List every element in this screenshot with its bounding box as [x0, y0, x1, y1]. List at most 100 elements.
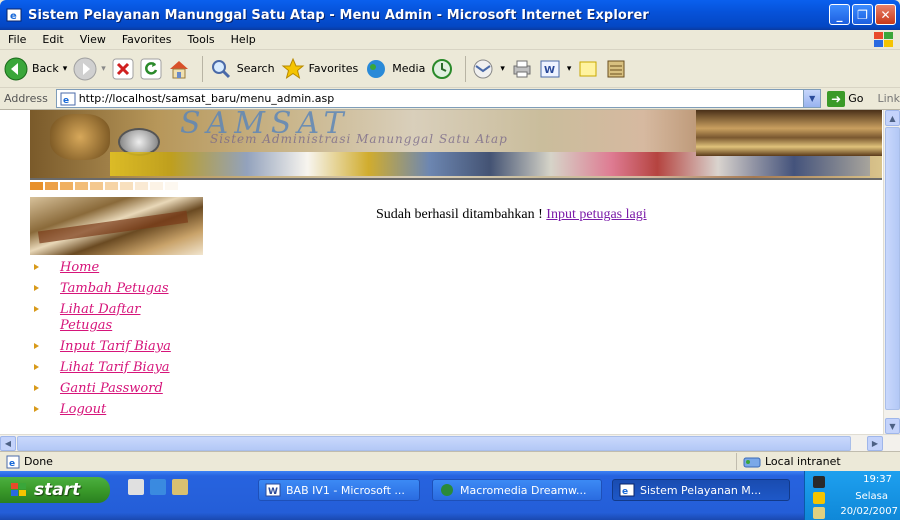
system-tray: 19:37 Selasa 20/02/2007: [804, 471, 900, 520]
go-label: Go: [848, 92, 864, 105]
decorative-tiles: [30, 182, 178, 190]
ie-task-icon: e: [619, 483, 635, 497]
svg-text:W: W: [268, 487, 278, 497]
forward-arrow-icon: [73, 57, 97, 80]
media-label: Media: [392, 62, 426, 75]
taskbar-button-ie[interactable]: e Sistem Pelayanan M...: [612, 479, 790, 501]
menu-tools[interactable]: Tools: [180, 33, 223, 46]
address-dropdown-icon[interactable]: ▼: [803, 90, 821, 107]
nav-item-lihat-daftar-petugas: Lihat Daftar Petugas: [30, 302, 210, 334]
ie-quicklaunch-icon[interactable]: [150, 479, 166, 495]
success-text: Sudah berhasil ditambahkan !: [376, 207, 547, 222]
go-button[interactable]: ➜ Go: [827, 90, 864, 107]
nav-link-input-tarif-biaya[interactable]: Input Tarif Biaya: [60, 339, 210, 355]
desktop-icon[interactable]: [128, 479, 144, 495]
menu-favorites[interactable]: Favorites: [114, 33, 180, 46]
ie-window: e Sistem Pelayanan Manunggal Satu Atap -…: [0, 0, 900, 520]
go-arrow-icon: ➜: [827, 90, 846, 107]
word-dropdown-icon[interactable]: ▾: [567, 64, 572, 74]
refresh-icon[interactable]: [140, 58, 162, 80]
page-icon: e: [60, 92, 76, 106]
back-label: Back: [32, 62, 59, 75]
ie-icon: e: [6, 8, 22, 22]
mail-icon[interactable]: [472, 58, 494, 80]
nav-link-tambah-petugas[interactable]: Tambah Petugas: [60, 281, 210, 297]
banner-photo: [696, 110, 882, 156]
print-icon[interactable]: [511, 58, 533, 80]
scroll-right-icon[interactable]: ▶: [867, 436, 883, 451]
close-button[interactable]: ✕: [875, 4, 896, 25]
address-bar: Address e http://localhost/samsat_baru/m…: [0, 88, 900, 110]
scroll-up-icon[interactable]: ▲: [885, 110, 900, 126]
bullet-icon: [34, 264, 39, 270]
speaker-icon[interactable]: [813, 476, 825, 488]
zone-label: Local intranet: [765, 455, 841, 468]
status-bar: e Done Local intranet: [0, 451, 900, 471]
menu-view[interactable]: View: [72, 33, 114, 46]
menu-bar: File Edit View Favorites Tools Help: [0, 30, 900, 50]
menu-help[interactable]: Help: [223, 33, 264, 46]
menu-edit[interactable]: Edit: [34, 33, 71, 46]
window-title: Sistem Pelayanan Manunggal Satu Atap - M…: [28, 7, 649, 23]
nav-link-lihat-daftar-petugas[interactable]: Lihat Daftar Petugas: [60, 302, 180, 334]
vertical-scroll-thumb[interactable]: [885, 127, 900, 410]
svg-text:e: e: [63, 96, 69, 106]
menu-file[interactable]: File: [0, 33, 34, 46]
history-icon[interactable]: [431, 58, 453, 80]
input-petugas-lagi-link[interactable]: Input petugas lagi: [546, 207, 646, 222]
window-controls: _ ❐ ✕: [829, 4, 896, 25]
banner-subtitle: Sistem Administrasi Manunggal Satu Atap: [210, 132, 508, 146]
scroll-down-icon[interactable]: ▼: [885, 418, 900, 434]
tray-app-icon[interactable]: [813, 507, 825, 519]
start-button[interactable]: start: [0, 477, 110, 503]
messenger-icon[interactable]: [605, 58, 627, 80]
back-dropdown-icon[interactable]: ▾: [63, 64, 68, 74]
horizontal-scrollbar[interactable]: ◀ ▶: [0, 434, 900, 451]
banner-divider: [30, 178, 882, 180]
horizontal-scroll-thumb[interactable]: [17, 436, 851, 451]
taskbar-label-dreamweaver: Macromedia Dreamw...: [460, 483, 587, 497]
clock-date: 20/02/2007: [840, 506, 898, 517]
search-button[interactable]: Search: [209, 57, 275, 81]
svg-text:e: e: [622, 487, 628, 497]
forward-dropdown-icon[interactable]: ▾: [101, 64, 106, 74]
status-text: Done: [24, 455, 53, 468]
nav-link-logout[interactable]: Logout: [60, 402, 210, 418]
minimize-button[interactable]: _: [829, 4, 850, 25]
nav-item-home: Home: [30, 260, 210, 276]
mail-dropdown-icon[interactable]: ▾: [500, 64, 505, 74]
nav-link-lihat-tarif-biaya[interactable]: Lihat Tarif Biaya: [60, 360, 210, 376]
nav-link-ganti-password[interactable]: Ganti Password: [60, 381, 210, 397]
toolbar-separator: [465, 55, 467, 82]
clock-time[interactable]: 19:37: [863, 474, 892, 485]
network-icon[interactable]: [813, 492, 825, 504]
scroll-left-icon[interactable]: ◀: [0, 436, 16, 451]
links-button[interactable]: Link: [877, 92, 900, 105]
taskbar-button-dreamweaver[interactable]: Macromedia Dreamw...: [432, 479, 602, 501]
home-icon[interactable]: [168, 58, 190, 80]
back-button[interactable]: Back ▾: [4, 57, 67, 81]
word-icon: W: [265, 483, 281, 497]
explorer-icon[interactable]: [172, 479, 188, 495]
stop-icon[interactable]: [112, 58, 134, 80]
taskbar-button-word[interactable]: W BAB IV1 - Microsoft ...: [258, 479, 420, 501]
discuss-icon[interactable]: [577, 58, 599, 80]
search-label: Search: [236, 62, 275, 75]
toolbar-separator: [201, 55, 203, 82]
favorites-label: Favorites: [308, 62, 359, 75]
media-icon: [367, 59, 386, 78]
taskbar-label-ie: Sistem Pelayanan M...: [640, 483, 762, 497]
maximize-button[interactable]: ❐: [852, 4, 873, 25]
nav-link-home[interactable]: Home: [60, 260, 210, 276]
bullet-icon: [34, 306, 39, 312]
back-arrow-icon: [4, 57, 28, 80]
vertical-scrollbar[interactable]: ▲ ▼: [883, 110, 900, 434]
forward-button[interactable]: ▾: [73, 57, 106, 81]
favorites-button[interactable]: Favorites: [281, 57, 359, 81]
word-edit-icon[interactable]: W: [539, 58, 561, 80]
nav-item-logout: Logout: [30, 402, 210, 418]
nav-item-ganti-password: Ganti Password: [30, 381, 210, 397]
title-bar[interactable]: e Sistem Pelayanan Manunggal Satu Atap -…: [0, 0, 900, 30]
address-input[interactable]: e http://localhost/samsat_baru/menu_admi…: [55, 89, 822, 108]
media-button[interactable]: Media: [364, 57, 425, 81]
